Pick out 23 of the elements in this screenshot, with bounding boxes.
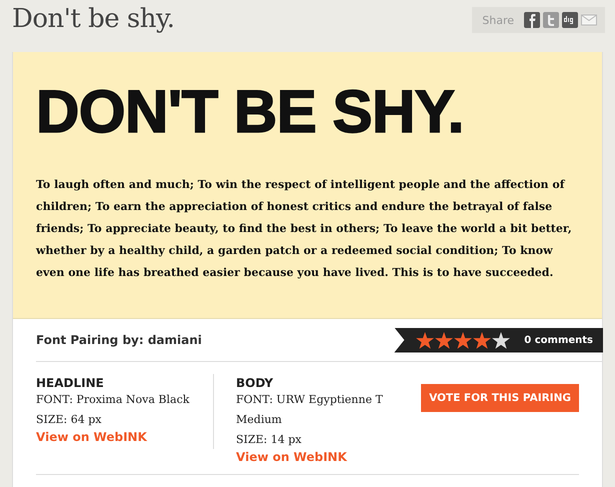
star-icon bbox=[492, 332, 510, 348]
digg-icon[interactable] bbox=[562, 12, 578, 28]
share-label: Share bbox=[482, 14, 514, 26]
star-icon bbox=[416, 332, 434, 348]
sample-paragraph: To laugh often and much; To win the respect of intelligent people and the affection of children; To earn the appreciation of honest critics and endure the betrayal of false friends; To appreciate beauty, to find the best in others; To leave the world a bit better, whether by a healthy child, a garden patch or a redeemed social condition; To know even one life has breathed easier because you have lived. This is to have succeeded. bbox=[36, 177, 573, 281]
star-icon bbox=[435, 332, 454, 348]
webink-link[interactable]: View on WebINK bbox=[36, 430, 213, 444]
byline: Font Pairing by: damiani bbox=[36, 333, 202, 347]
star-icon bbox=[473, 332, 492, 348]
column-heading: HEADLINE bbox=[36, 376, 105, 390]
font-detail: FONT: URW Egyptienne T Medium bbox=[236, 392, 384, 428]
font-detail: SIZE: 64 px bbox=[36, 412, 102, 428]
font-detail: FONT: Proxima Nova Black bbox=[36, 392, 190, 408]
vote-button[interactable]: VOTE FOR THIS PAIRING bbox=[421, 384, 579, 412]
comments-link[interactable]: 0 comments bbox=[524, 334, 593, 346]
column-heading: BODY bbox=[236, 376, 274, 390]
star-rating[interactable] bbox=[416, 332, 510, 348]
facebook-icon[interactable] bbox=[524, 12, 540, 28]
page-title: Don't be shy. bbox=[12, 4, 174, 34]
font-detail: SIZE: 14 px bbox=[236, 432, 302, 448]
star-icon bbox=[454, 332, 472, 348]
sample-headline: DON'T BE SHY. bbox=[36, 82, 465, 142]
webink-link[interactable]: View on WebINK bbox=[236, 450, 408, 464]
